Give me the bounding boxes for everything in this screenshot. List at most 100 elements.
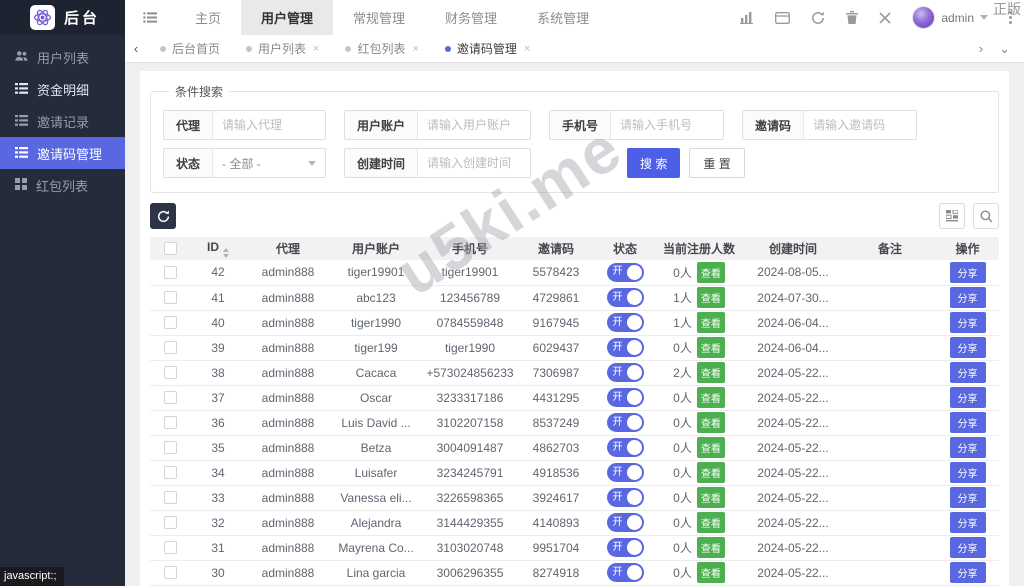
share-button[interactable]: 分享 <box>949 312 986 333</box>
nav-system-management[interactable]: 系统管理 <box>517 0 609 35</box>
status-toggle[interactable]: 开 <box>606 488 644 507</box>
status-select[interactable]: - 全部 - <box>213 149 325 177</box>
cell-registered: 0人查看 <box>656 560 742 586</box>
view-registered-button[interactable]: 查看 <box>696 512 725 533</box>
columns-icon[interactable] <box>939 203 965 229</box>
tab-close-icon[interactable]: × <box>412 43 418 55</box>
view-registered-button[interactable]: 查看 <box>696 462 725 483</box>
nav-general-management[interactable]: 常规管理 <box>333 0 425 35</box>
toggle-on-label: 开 <box>612 316 623 328</box>
tab-home[interactable]: 后台首页 <box>147 35 233 62</box>
status-toggle[interactable]: 开 <box>606 288 644 307</box>
cell-account: abc123 <box>330 285 422 311</box>
share-button[interactable]: 分享 <box>949 387 986 408</box>
nav-home[interactable]: 主页 <box>175 0 241 35</box>
row-checkbox[interactable] <box>163 466 177 479</box>
tabs-scroll-left-icon[interactable]: ‹ <box>125 41 147 56</box>
share-button[interactable]: 分享 <box>949 287 986 308</box>
view-registered-button[interactable]: 查看 <box>696 312 725 333</box>
status-select-value: - 全部 - <box>222 156 261 171</box>
share-button[interactable]: 分享 <box>949 412 986 433</box>
share-button[interactable]: 分享 <box>949 537 986 558</box>
agent-input[interactable] <box>213 111 326 139</box>
sidebar-collapse-icon[interactable] <box>125 12 175 23</box>
share-button[interactable]: 分享 <box>949 261 986 283</box>
status-toggle[interactable]: 开 <box>606 538 644 557</box>
refresh-table-button[interactable] <box>150 203 176 229</box>
view-registered-button[interactable]: 查看 <box>696 437 725 458</box>
view-registered-button[interactable]: 查看 <box>696 387 725 408</box>
share-button[interactable]: 分享 <box>949 337 986 358</box>
tab-close-icon[interactable]: × <box>524 43 530 55</box>
status-toggle[interactable]: 开 <box>606 388 644 407</box>
status-toggle[interactable]: 开 <box>606 262 644 282</box>
share-button[interactable]: 分享 <box>949 362 986 383</box>
user-menu[interactable]: admin <box>912 6 988 29</box>
created-time-input[interactable] <box>418 149 531 177</box>
cell-registered: 0人查看 <box>656 510 742 536</box>
sidebar-item-redpacket-list[interactable]: 红包列表 <box>0 169 125 201</box>
tab-user-list[interactable]: 用户列表 × <box>233 35 332 62</box>
search-icon[interactable] <box>973 203 999 229</box>
trash-icon[interactable] <box>846 11 859 24</box>
share-button[interactable]: 分享 <box>949 562 986 583</box>
select-all-checkbox[interactable] <box>163 242 177 255</box>
sidebar-item-invite-records[interactable]: 邀请记录 <box>0 105 125 137</box>
row-checkbox[interactable] <box>163 291 177 304</box>
row-checkbox[interactable] <box>163 516 177 529</box>
row-checkbox[interactable] <box>163 541 177 554</box>
row-checkbox[interactable] <box>163 491 177 504</box>
view-registered-button[interactable]: 查看 <box>696 261 725 283</box>
share-button[interactable]: 分享 <box>949 487 986 508</box>
refresh-icon[interactable] <box>811 11 825 25</box>
cell-registered: 0人查看 <box>656 385 742 411</box>
share-button[interactable]: 分享 <box>949 437 986 458</box>
sidebar-item-user-list[interactable]: 用户列表 <box>0 41 125 73</box>
row-checkbox[interactable] <box>163 416 177 429</box>
code-input[interactable] <box>804 111 917 139</box>
reset-button[interactable]: 重 置 <box>689 148 745 178</box>
search-button[interactable]: 搜 索 <box>627 148 681 178</box>
chart-icon[interactable] <box>740 11 754 24</box>
phone-input[interactable] <box>611 111 724 139</box>
sidebar-item-fund-detail[interactable]: 资金明细 <box>0 73 125 105</box>
status-toggle[interactable]: 开 <box>606 338 644 357</box>
row-checkbox[interactable] <box>163 341 177 354</box>
row-checkbox[interactable] <box>163 316 177 329</box>
tab-redpacket-list[interactable]: 红包列表 × <box>332 35 431 62</box>
nav-user-management[interactable]: 用户管理 <box>241 0 334 35</box>
row-checkbox[interactable] <box>163 366 177 379</box>
account-input[interactable] <box>418 111 531 139</box>
view-registered-button[interactable]: 查看 <box>696 362 725 383</box>
view-registered-button[interactable]: 查看 <box>696 287 725 308</box>
sort-icon[interactable] <box>223 247 229 258</box>
status-toggle[interactable]: 开 <box>606 363 644 382</box>
row-checkbox[interactable] <box>163 265 177 279</box>
view-registered-button[interactable]: 查看 <box>696 537 725 558</box>
tab-label: 红包列表 <box>357 42 406 56</box>
status-toggle[interactable]: 开 <box>606 438 644 457</box>
status-toggle[interactable]: 开 <box>606 413 644 432</box>
cell-registered: 1人 查看 <box>656 285 742 311</box>
card-icon[interactable] <box>775 11 791 24</box>
tabs-scroll-right-icon[interactable]: › <box>979 41 983 56</box>
view-registered-button[interactable]: 查看 <box>696 337 725 358</box>
row-checkbox[interactable] <box>163 566 177 579</box>
nav-finance-management[interactable]: 财务管理 <box>425 0 517 35</box>
view-registered-button[interactable]: 查看 <box>696 562 725 583</box>
row-checkbox[interactable] <box>163 391 177 404</box>
share-button[interactable]: 分享 <box>949 512 986 533</box>
sidebar-item-invite-codes[interactable]: 邀请码管理 <box>0 137 125 169</box>
status-toggle[interactable]: 开 <box>606 563 644 582</box>
tabs-menu-icon[interactable]: ⌄ <box>999 41 1010 57</box>
status-toggle[interactable]: 开 <box>606 463 644 482</box>
view-registered-button[interactable]: 查看 <box>696 412 725 433</box>
share-button[interactable]: 分享 <box>949 462 986 483</box>
status-toggle[interactable]: 开 <box>606 513 644 532</box>
fullscreen-icon[interactable] <box>879 11 891 24</box>
row-checkbox[interactable] <box>163 441 177 454</box>
status-toggle[interactable]: 开 <box>606 313 644 332</box>
view-registered-button[interactable]: 查看 <box>696 487 725 508</box>
tab-invite-codes[interactable]: 邀请码管理 × <box>432 35 543 62</box>
tab-close-icon[interactable]: × <box>313 43 319 55</box>
